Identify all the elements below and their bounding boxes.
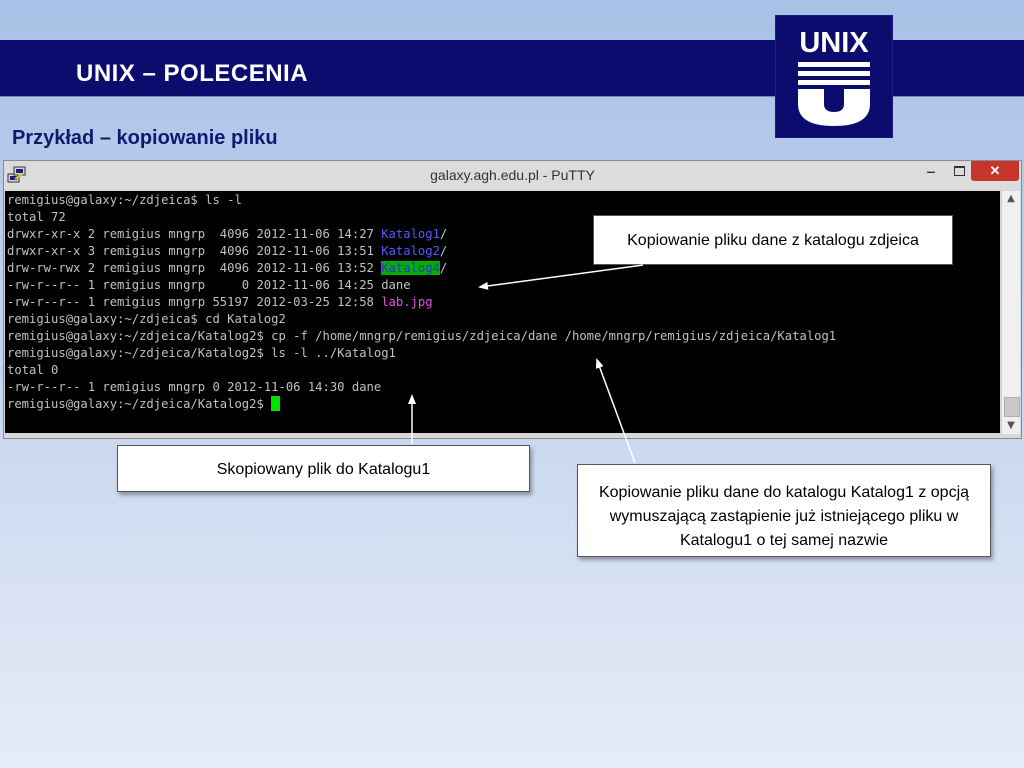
directory-name-highlighted: Katalog4	[381, 261, 440, 275]
minimize-icon[interactable]: ‒	[921, 163, 941, 183]
directory-name: Katalog2	[381, 244, 440, 258]
image-file-name: lab.jpg	[381, 295, 433, 309]
terminal-line: remigius@galaxy:~/zdjeica/Katalog2$ cp -…	[7, 329, 837, 343]
prompt-text: remigius@galaxy:~/zdjeica/Katalog2$	[7, 397, 272, 411]
vertical-scrollbar[interactable]: ▲ ▼	[1001, 191, 1020, 434]
terminal-line: -rw-r--r-- 1 remigius mngrp 0 2012-11-06…	[7, 380, 382, 394]
maximize-icon[interactable]	[949, 163, 969, 183]
terminal-line: total 0	[7, 363, 59, 377]
close-icon[interactable]: ✕	[971, 161, 1019, 181]
terminal-line: drwxr-xr-x 3 remigius mngrp 4096 2012-11…	[7, 243, 447, 260]
slide-title: UNIX – POLECENIA	[76, 60, 309, 87]
scrollbar-thumb[interactable]	[1004, 397, 1020, 417]
terminal-cursor	[271, 396, 281, 411]
line-text: drw-rw-rwx 2 remigius mngrp 4096 2012-11…	[7, 261, 382, 275]
callout-copied-file: Skopiowany plik do Katalogu1	[117, 445, 530, 492]
terminal-line: -rw-r--r-- 1 remigius mngrp 0 2012-11-06…	[7, 278, 411, 292]
terminal-line: remigius@galaxy:~/zdjeica$ cd Katalog2	[7, 312, 286, 326]
unix-logo-text: UNIX	[799, 27, 869, 59]
terminal-line: total 72	[7, 210, 66, 224]
terminal-prompt-line[interactable]: remigius@galaxy:~/zdjeica/Katalog2$	[7, 396, 281, 413]
line-text: drwxr-xr-x 3 remigius mngrp 4096 2012-11…	[7, 244, 382, 258]
slide-subtitle: Przykład – kopiowanie pliku	[12, 127, 278, 149]
terminal-line: drw-rw-rwx 2 remigius mngrp 4096 2012-11…	[7, 260, 447, 277]
callout-copy-from-zdjeica: Kopiowanie pliku dane z katalogu zdjeica	[593, 215, 953, 265]
directory-name: Katalog1	[381, 227, 440, 241]
window-titlebar[interactable]: galaxy.agh.edu.pl - PuTTY ‒ ✕	[4, 161, 1021, 190]
terminal-line: drwxr-xr-x 2 remigius mngrp 4096 2012-11…	[7, 226, 447, 243]
line-text: drwxr-xr-x 2 remigius mngrp 4096 2012-11…	[7, 227, 382, 241]
unix-logo: UNIX	[775, 15, 893, 138]
terminal-line: remigius@galaxy:~/zdjeica$ ls -l	[7, 193, 242, 207]
line-text: -rw-r--r-- 1 remigius mngrp 55197 2012-0…	[7, 295, 382, 309]
putty-window[interactable]: galaxy.agh.edu.pl - PuTTY ‒ ✕ remigius@g…	[3, 160, 1022, 439]
unix-logo-graphic: UNIX	[798, 27, 870, 126]
terminal-line: -rw-r--r-- 1 remigius mngrp 55197 2012-0…	[7, 294, 433, 311]
terminal-line: remigius@galaxy:~/zdjeica/Katalog2$ ls -…	[7, 346, 396, 360]
slash: /	[439, 227, 448, 241]
slash: /	[439, 244, 448, 258]
scroll-up-icon[interactable]: ▲	[1002, 191, 1020, 207]
scroll-down-icon[interactable]: ▼	[1002, 418, 1020, 434]
window-title: galaxy.agh.edu.pl - PuTTY	[430, 167, 595, 183]
slash: /	[439, 261, 448, 275]
callout-force-copy: Kopiowanie pliku dane do katalogu Katalo…	[577, 464, 991, 557]
